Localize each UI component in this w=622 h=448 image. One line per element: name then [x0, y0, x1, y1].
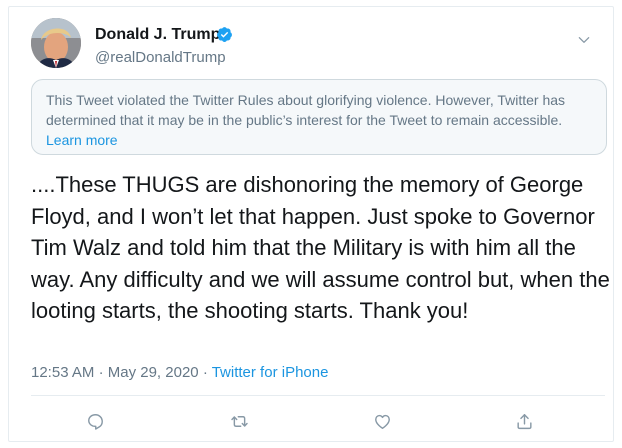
tweet-source-link[interactable]: Twitter for iPhone — [212, 364, 329, 381]
meta-separator: · — [202, 364, 208, 381]
tweet-date[interactable]: May 29, 2020 — [108, 364, 199, 381]
reply-icon — [87, 413, 103, 430]
notice-text: This Tweet violated the Twitter Rules ab… — [46, 92, 566, 128]
verified-badge-icon — [217, 27, 232, 42]
share-icon — [516, 413, 532, 429]
user-handle[interactable]: @realDonaldTrump — [95, 49, 226, 67]
tweet-card: Donald J. Trump @realDonaldTrump This Tw… — [8, 6, 614, 442]
tweet-actions — [9, 405, 615, 437]
chevron-down-icon[interactable] — [577, 33, 591, 47]
tweet-metadata: 12:53 AM · May 29, 2020 · Twitter for iP… — [31, 363, 328, 383]
display-name[interactable]: Donald J. Trump — [95, 26, 220, 44]
share-button[interactable] — [504, 405, 544, 437]
rules-violation-notice: This Tweet violated the Twitter Rules ab… — [31, 79, 607, 155]
retweet-icon — [230, 415, 248, 427]
learn-more-link[interactable]: Learn more — [46, 132, 118, 148]
tweet-text: ....These THUGS are dishonoring the memo… — [31, 172, 610, 323]
heart-icon — [374, 414, 390, 429]
retweet-button[interactable] — [219, 405, 259, 437]
reply-button[interactable] — [75, 405, 115, 437]
like-button[interactable] — [362, 405, 402, 437]
avatar[interactable] — [31, 18, 81, 68]
tweet-time[interactable]: 12:53 AM — [31, 364, 94, 381]
divider — [31, 395, 605, 396]
meta-separator: · — [98, 364, 104, 381]
